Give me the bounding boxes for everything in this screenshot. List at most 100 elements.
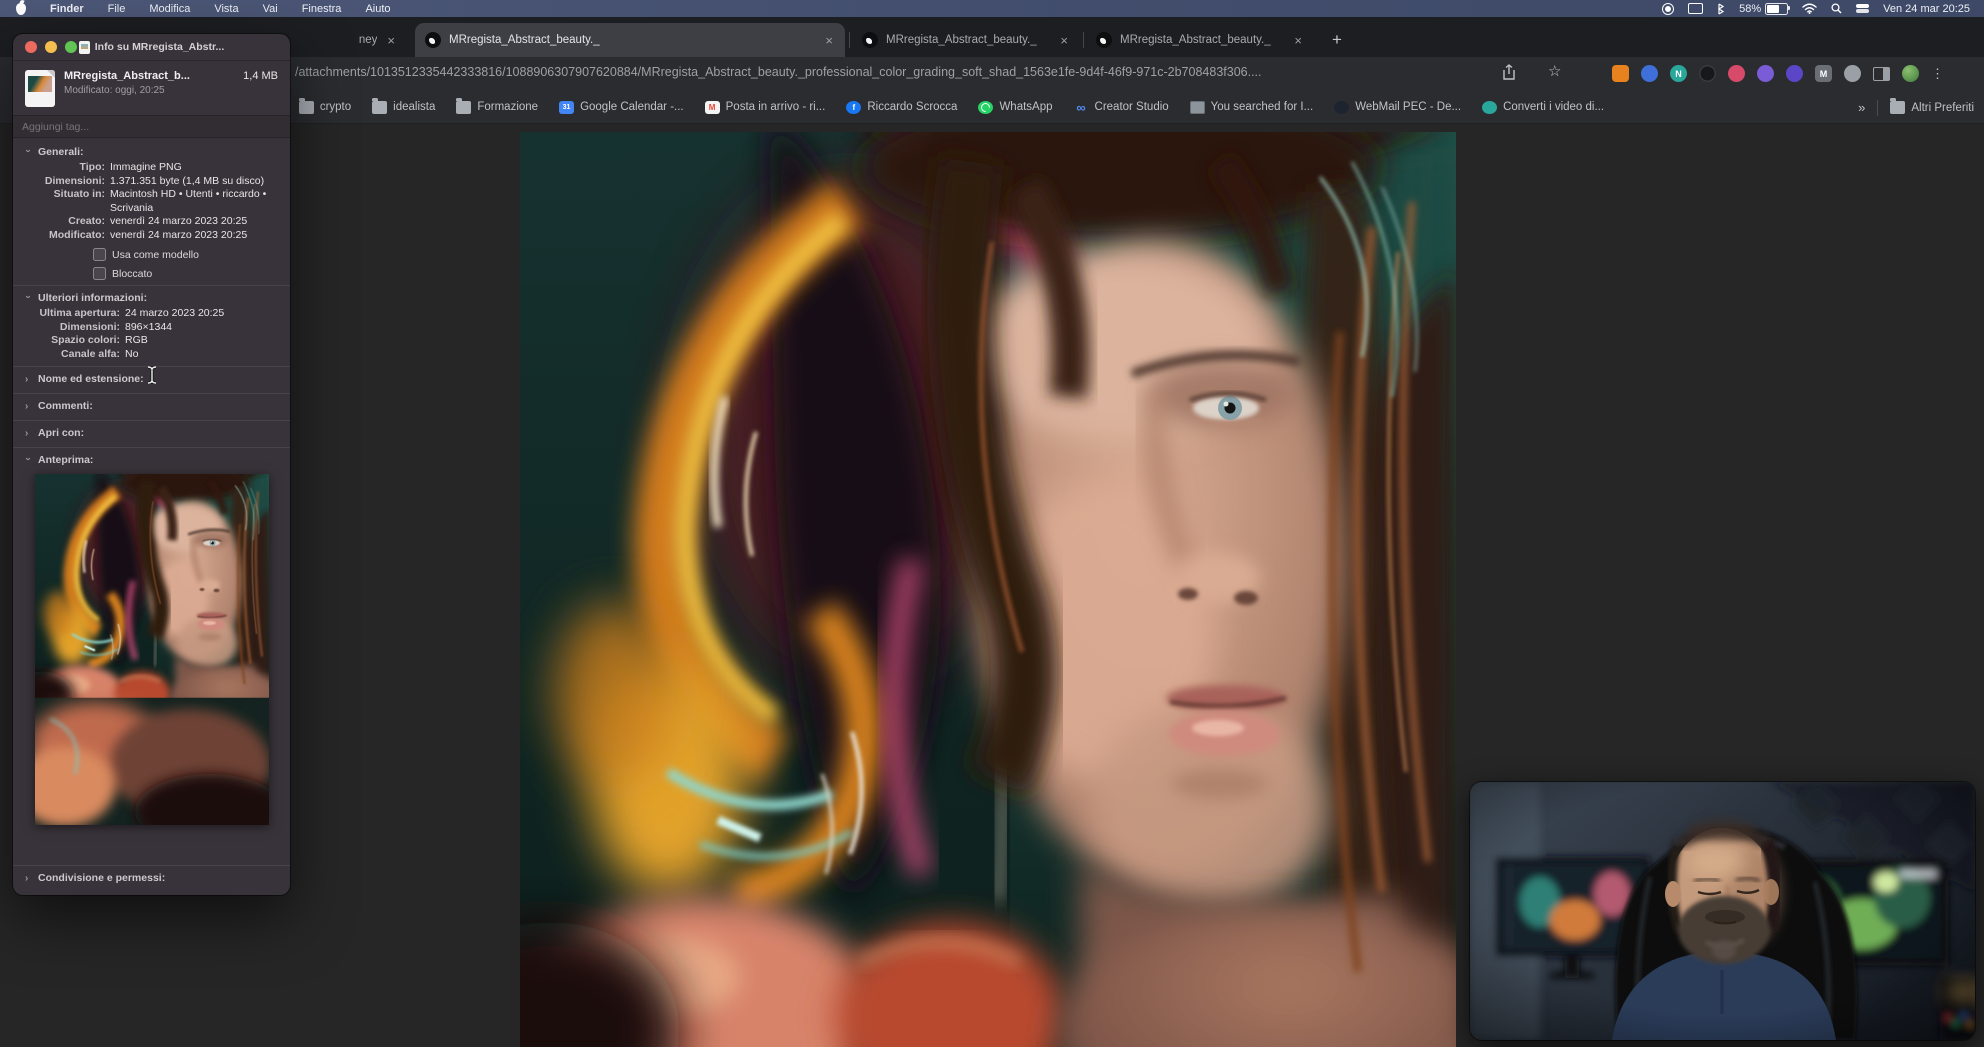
extension-ghost-icon[interactable] — [1757, 65, 1774, 82]
row-label: Modificato: — [49, 228, 105, 241]
extension-blue-icon[interactable] — [1641, 65, 1658, 82]
section-preview[interactable]: › Anteprima: — [23, 448, 278, 469]
menu-clock[interactable]: Ven 24 mar 20:25 — [1883, 3, 1970, 15]
menu-finder[interactable]: Finder — [50, 3, 84, 15]
section-open-with[interactable]: › Apri con: — [25, 421, 278, 442]
row-label: Situato in: — [53, 188, 105, 200]
text-cursor — [146, 365, 158, 389]
bookmark-item[interactable]: Converti i video di... — [1482, 100, 1604, 114]
info-window-titlebar[interactable]: Info su MRregista_Abstr... — [13, 34, 290, 61]
bookmark-item[interactable]: WhatsApp — [978, 100, 1053, 114]
menu-modifica[interactable]: Modifica — [149, 3, 190, 15]
chevron-down-icon: › — [22, 148, 34, 153]
stationery-checkbox[interactable] — [93, 248, 106, 261]
display-icon[interactable] — [1688, 3, 1704, 14]
bookmarks-overflow-icon[interactable]: » — [1858, 100, 1865, 115]
tags-field[interactable] — [13, 115, 290, 138]
abstract-beauty-image[interactable] — [520, 132, 1456, 1047]
bookmark-item[interactable]: ∞ Creator Studio — [1074, 100, 1168, 115]
checkbox-label: Usa come modello — [112, 248, 199, 261]
close-window-button[interactable] — [25, 41, 37, 53]
close-tab-icon[interactable]: × — [385, 33, 397, 48]
new-tab-button[interactable]: + — [1326, 29, 1348, 51]
extension-purple-icon[interactable] — [1786, 65, 1803, 82]
bookmark-label: crypto — [319, 101, 352, 113]
chevron-right-icon: › — [25, 427, 29, 439]
info-row: Tipo: Immagine PNG — [25, 161, 278, 175]
row-label: Dimensioni: — [59, 320, 120, 333]
other-bookmarks-folder[interactable]: Altri Preferiti — [1890, 98, 1974, 114]
battery-status[interactable]: 58% — [1739, 2, 1791, 15]
close-tab-icon[interactable]: × — [1058, 33, 1070, 48]
bookmark-item[interactable]: f Riccardo Scrocca — [846, 100, 957, 114]
close-tab-icon[interactable]: × — [823, 33, 835, 48]
extension-gray-icon[interactable]: M — [1815, 65, 1832, 82]
finder-info-window: Info su MRregista_Abstr... MRregista_Abs… — [13, 34, 290, 895]
control-center-icon[interactable] — [1856, 4, 1870, 13]
address-bar[interactable]: /attachments/1013512335442333816/1088906… — [295, 65, 1492, 79]
macos-menu-bar: Finder File Modifica Vista Vai Finestra … — [0, 0, 1984, 17]
menu-file[interactable]: File — [108, 3, 126, 15]
menu-aiuto[interactable]: Aiuto — [365, 3, 390, 15]
minimize-window-button[interactable] — [45, 41, 57, 53]
bookmark-item[interactable]: You searched for I... — [1189, 100, 1313, 114]
bookmark-item[interactable]: M Posta in arrivo - ri... — [704, 100, 825, 114]
folder-icon — [298, 97, 314, 114]
bookmark-folder[interactable]: crypto — [298, 97, 352, 114]
section-title: Nome ed estensione: — [38, 373, 144, 385]
share-icon[interactable] — [1502, 64, 1516, 86]
file-name: MRregista_Abstract_b... — [64, 70, 190, 82]
folder-icon — [456, 97, 472, 114]
bookmark-item[interactable]: WebMail PEC - De... — [1334, 100, 1461, 114]
bluetooth-icon[interactable] — [1717, 2, 1725, 15]
bookmark-star-icon[interactable]: ☆ — [1548, 62, 1561, 80]
sidebar-toggle-icon[interactable] — [1873, 66, 1890, 81]
screen-record-icon[interactable] — [1662, 2, 1675, 15]
section-title: Apri con: — [38, 427, 85, 439]
section-sharing-permissions[interactable]: › Condivisione e permessi: — [25, 866, 278, 887]
bookmark-item[interactable]: 31 Google Calendar -... — [559, 100, 684, 114]
bookmarks-bar: -UP crypto idealista Formazione 31 Googl… — [0, 91, 1984, 124]
tab-3[interactable]: MRregista_Abstract_beauty._ × — [852, 23, 1080, 57]
tab-active[interactable]: MRregista_Abstract_beauty._ × — [415, 23, 845, 57]
zoom-window-button[interactable] — [65, 41, 77, 53]
menu-finestra[interactable]: Finestra — [302, 3, 342, 15]
checkbox-row[interactable]: Bloccato — [93, 267, 278, 280]
checkbox-row[interactable]: Usa come modello — [93, 248, 278, 261]
tab-4[interactable]: MRregista_Abstract_beauty._ × — [1086, 23, 1314, 57]
close-tab-icon[interactable]: × — [1292, 33, 1304, 48]
bookmark-folder[interactable]: Formazione — [456, 97, 538, 114]
info-row: Creato: venerdì 24 marzo 2023 20:25 — [25, 215, 278, 229]
chevron-right-icon: › — [25, 400, 29, 412]
section-general[interactable]: › Generali: — [22, 140, 278, 161]
extension-black-icon[interactable] — [1699, 65, 1716, 82]
puzzle-extensions-icon[interactable] — [1844, 65, 1861, 82]
locked-checkbox[interactable] — [93, 267, 106, 280]
tab-label: ney — [358, 34, 378, 46]
profile-avatar[interactable] — [1902, 65, 1919, 82]
tab-label: MRregista_Abstract_beauty._ — [886, 34, 1037, 46]
browser-menu-icon[interactable]: ⋮ — [1931, 66, 1944, 82]
wifi-icon[interactable] — [1802, 3, 1817, 14]
row-value: 24 marzo 2023 20:25 — [125, 307, 225, 319]
google-calendar-icon: 31 — [559, 100, 575, 114]
menu-vista[interactable]: Vista — [214, 3, 238, 15]
tab-favicon — [425, 32, 441, 48]
tab-partial[interactable]: ney × — [285, 23, 407, 57]
bookmark-folder[interactable]: idealista — [372, 97, 435, 114]
webcam-video — [1470, 782, 1975, 1040]
webmail-icon — [1334, 100, 1350, 114]
extension-fox-icon[interactable] — [1612, 65, 1629, 82]
extension-teal-n-icon[interactable]: N — [1670, 65, 1687, 82]
apple-menu-icon[interactable] — [16, 2, 26, 15]
folder-icon — [1890, 98, 1906, 114]
grid-icon — [1189, 100, 1205, 114]
row-label: Creato: — [68, 215, 105, 227]
menu-vai[interactable]: Vai — [263, 3, 278, 15]
spotlight-search-icon[interactable] — [1831, 3, 1842, 14]
extension-key-icon[interactable] — [1728, 65, 1745, 82]
tags-input[interactable] — [13, 120, 290, 133]
section-more-info[interactable]: › Ulteriori informazioni: — [23, 286, 278, 307]
section-comments[interactable]: › Commenti: — [25, 394, 278, 415]
row-value: 1.371.351 byte (1,4 MB su disco) — [110, 174, 265, 187]
